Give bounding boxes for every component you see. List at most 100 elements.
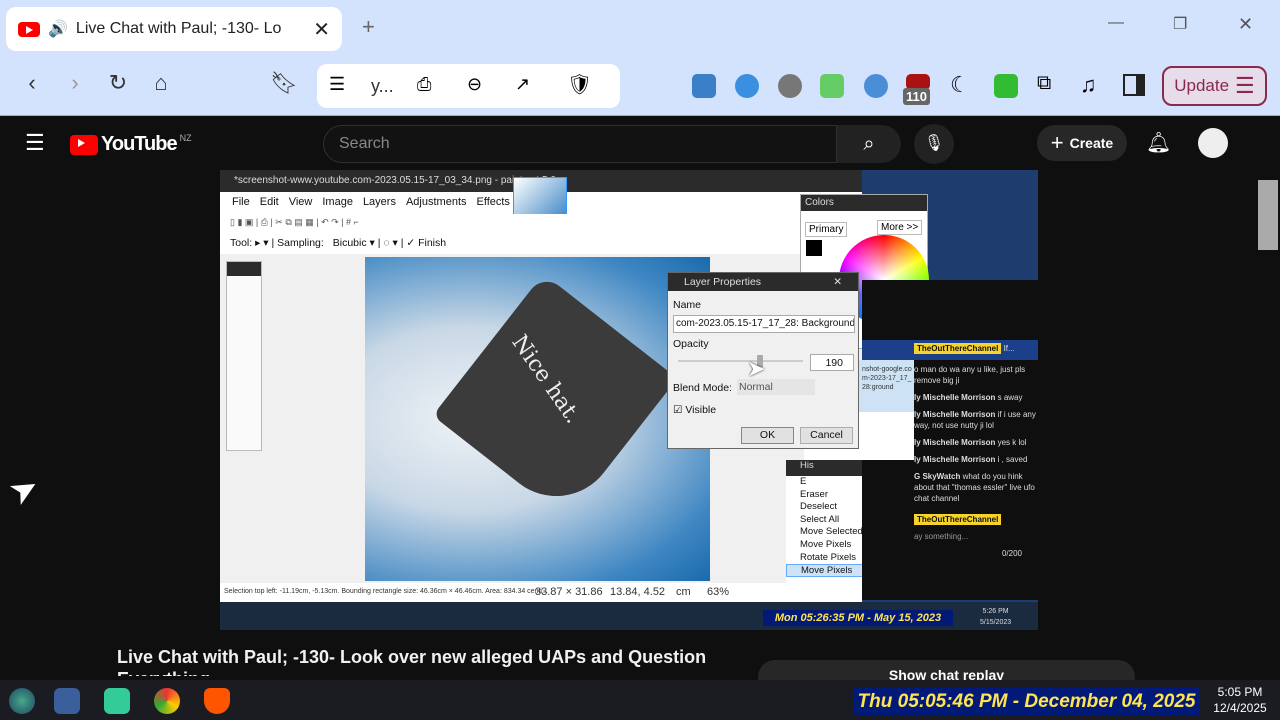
zoom-icon[interactable]: ⊖ [467, 74, 482, 95]
status-bar: Selection top left: -11.19cm, -5.13cm. B… [220, 583, 862, 602]
chat-message: ly Mischelle Morrison yes k lol [914, 438, 1027, 447]
extension-icon[interactable] [820, 74, 844, 98]
logo-text: YouTube [101, 133, 178, 155]
forward-icon[interactable]: › [60, 70, 90, 96]
update-button[interactable]: Update ☰ [1162, 66, 1267, 106]
selection-info: Selection top left: -11.19cm, -5.13cm. B… [224, 588, 548, 595]
update-label: Update [1174, 76, 1230, 95]
zoom-level[interactable]: 63% [707, 586, 729, 598]
restore-button[interactable]: ❐ [1173, 14, 1187, 34]
minimize-button[interactable]: — [1108, 14, 1124, 32]
visible-label: Visible [685, 404, 717, 416]
opacity-spinner[interactable]: 190 [810, 354, 854, 371]
taskbar-app-icon[interactable] [54, 688, 80, 714]
menu-edit[interactable]: Edit [260, 196, 279, 210]
close-window-button[interactable]: ✕ [1238, 14, 1253, 35]
dialog-title: Layer Properties [684, 276, 762, 288]
extension-icon[interactable] [692, 74, 716, 98]
brave-icon[interactable] [204, 688, 230, 714]
speaker-icon[interactable]: 🔊 [48, 19, 68, 39]
layer-name-input[interactable]: com-2023.05.15-17_17_28: Background [673, 315, 855, 333]
radiation-extension-icon[interactable] [778, 74, 802, 98]
taskbar-app-icon[interactable] [104, 688, 130, 714]
search-button[interactable]: ⌕ [837, 125, 901, 163]
chat-input-user: TheOutThereChannel [914, 514, 1038, 525]
avatar[interactable] [1198, 128, 1228, 158]
video-title: Live Chat with Paul; -130- Look over new… [117, 647, 707, 676]
start-button-icon[interactable] [9, 688, 35, 714]
address-bar[interactable]: ☰ y... ⎙ ⊖ ↗ 🛡︎ [317, 64, 620, 108]
notifications-bell-icon[interactable]: 🔔︎ [1146, 130, 1171, 155]
more-colors-button[interactable]: More >> [877, 220, 923, 235]
menu-effects[interactable]: Effects [477, 196, 510, 210]
region-code: NZ [179, 132, 192, 143]
search-input[interactable]: Search [323, 125, 837, 163]
reload-icon[interactable]: ↻ [103, 70, 133, 96]
brave-shield-icon[interactable]: 🛡︎ [567, 72, 592, 97]
extension-icon[interactable] [735, 74, 759, 98]
system-clock[interactable]: 5:05 PM 12/4/2025 [1210, 684, 1270, 716]
chat-message: ly Mischelle Morrison i , saved [914, 455, 1028, 464]
color-mode-dropdown[interactable]: Primary [805, 222, 848, 237]
colors-title: Colors [801, 195, 927, 211]
mouse-cursor-icon: ➤ [2, 466, 47, 514]
create-button[interactable]: + Create [1037, 125, 1127, 161]
menu-layers[interactable]: Layers [363, 196, 396, 210]
install-icon[interactable]: ⎙ [417, 74, 431, 95]
plus-icon: + [1050, 130, 1064, 155]
primary-color-swatch[interactable] [806, 240, 822, 256]
chat-message: G SkyWatch what do you hink about that "… [914, 472, 1035, 503]
youtube-play-icon [70, 134, 98, 155]
extension-icon[interactable] [994, 74, 1018, 98]
menu-adjustments[interactable]: Adjustments [406, 196, 467, 210]
menu-icon: ☰ [1235, 73, 1255, 98]
bookmark-icon[interactable]: 🔖︎ [269, 70, 299, 96]
menu-view[interactable]: View [289, 196, 313, 210]
tool-options-bar: Tool: ▸ ▾ | Sampling: Bicubic ▾ | ◌ ▾ | … [220, 232, 862, 254]
tab-active[interactable]: 🔊 Live Chat with Paul; -130- Lo ✕ [6, 7, 342, 51]
tab-title: Live Chat with Paul; -130- Lo [75, 20, 282, 37]
back-icon[interactable]: ‹ [17, 70, 47, 96]
youtube-favicon-icon [18, 21, 40, 37]
close-tab-icon[interactable]: ✕ [313, 17, 330, 42]
music-icon[interactable]: ♫ [1080, 72, 1097, 98]
close-icon[interactable]: ✕ [833, 276, 842, 288]
menu-file[interactable]: File [232, 196, 250, 210]
inner-system-clock: 5:26 PM 5/15/2023 [980, 608, 1012, 626]
sidebar-icon[interactable] [1123, 74, 1145, 96]
tab-bar: 🔊 Live Chat with Paul; -130- Lo ✕ + — ❐ … [0, 0, 1280, 57]
menu-image[interactable]: Image [322, 196, 353, 210]
visible-checkbox[interactable]: ☑ Visible [673, 404, 716, 416]
char-counter: 0/200 [1001, 549, 1022, 558]
page-scrollbar[interactable] [1258, 180, 1278, 250]
site-settings-icon[interactable]: ☰ [329, 74, 345, 95]
chat-message: o man do wa any u like, just pls remove … [914, 365, 1026, 385]
sampling-label: Sampling: [277, 237, 324, 249]
inner-clock-overlay: Mon 05:26:35 PM - May 15, 2023 [763, 610, 953, 626]
guide-menu-icon[interactable]: ☰ [25, 130, 45, 156]
chat-input[interactable]: ay something... [914, 531, 1038, 542]
sampling-dropdown[interactable]: Bicubic [333, 237, 367, 249]
finish-button[interactable]: Finish [418, 237, 446, 249]
clock-overlay: Thu 05:05:46 PM - December 04, 2025 [853, 688, 1200, 715]
ok-button[interactable]: OK [741, 427, 794, 444]
chrome-icon[interactable] [154, 688, 180, 714]
opacity-slider[interactable] [678, 355, 803, 367]
unit-dropdown[interactable]: cm [676, 586, 691, 598]
cancel-button[interactable]: Cancel [800, 427, 853, 444]
extension-icon[interactable] [864, 74, 888, 98]
pinned-user: TheOutThereChannel [914, 343, 1002, 354]
cursor-position: 13.84, 4.52 [610, 586, 666, 598]
share-icon[interactable]: ↗ [515, 74, 530, 95]
dark-mode-icon[interactable]: ☾ [950, 72, 970, 98]
youtube-logo[interactable]: YouTube NZ [70, 133, 192, 156]
mouse-cursor-icon: ➤ [747, 356, 766, 381]
video-player[interactable]: *screenshot-www.youtube.com-2023.05.15-1… [220, 170, 1038, 630]
home-icon[interactable]: ⌂ [146, 70, 176, 96]
new-tab-button[interactable]: + [362, 14, 375, 40]
toolbar-icons: ▯ ▮ ▣ | ⎙ | ✂ ⧉ ▤ ▦ | ↶ ↷ | # ⌐ [220, 214, 862, 232]
extensions-puzzle-icon[interactable]: ⧉ [1037, 72, 1051, 95]
image-canvas[interactable]: Nice hat. [365, 257, 710, 581]
tool-label: Tool: [230, 237, 253, 249]
voice-search-icon[interactable]: 🎙︎ [914, 124, 954, 164]
